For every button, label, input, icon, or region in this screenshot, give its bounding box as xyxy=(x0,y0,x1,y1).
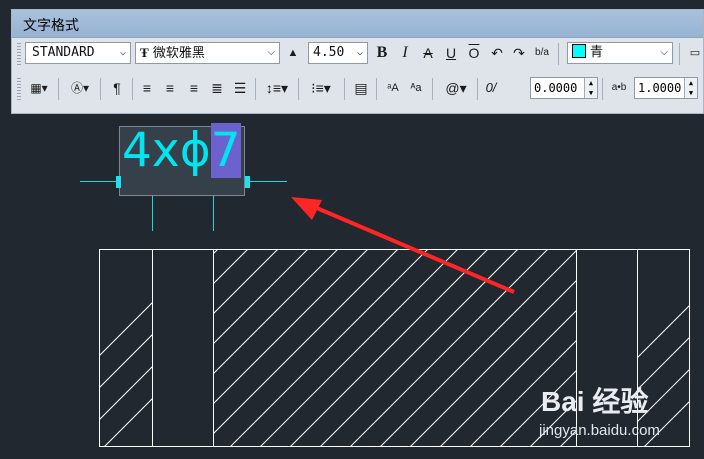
red-arrow-head xyxy=(291,197,322,220)
red-arrow-shaft xyxy=(304,201,515,294)
watermark-url: jingyan.baidu.com xyxy=(539,422,660,439)
watermark-brand: Bai 经验 xyxy=(541,386,649,417)
